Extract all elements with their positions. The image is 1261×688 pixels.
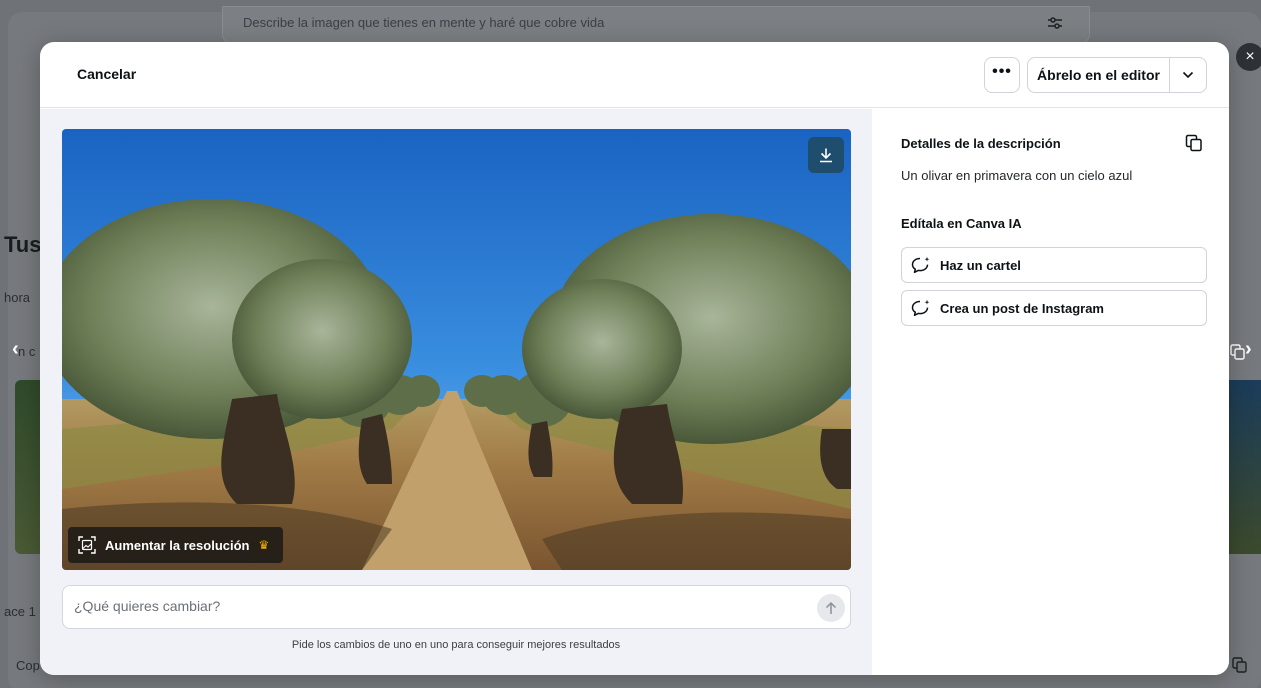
background-prompt-bar: Describe la imagen que tienes en mente y… [222,6,1090,44]
background-subtitle-fragment: hora [4,290,31,305]
chevron-right-icon[interactable]: › [1245,338,1252,361]
crown-icon: ♛ [258,538,270,552]
background-prompt-text: Describe la imagen que tienes en mente y… [243,15,605,30]
open-editor-group: Ábrelo en el editor [1027,57,1207,93]
cancel-button[interactable]: Cancelar [77,66,136,82]
copy-icon[interactable] [1232,657,1248,673]
instagram-post-button[interactable]: Crea un post de Instagram [901,290,1207,326]
generated-image: Aumentar la resolución ♛ [62,129,851,570]
send-button[interactable] [817,594,845,622]
ai-chat-icon [911,299,930,317]
filter-icon [1048,17,1062,29]
copy-description-button[interactable] [1184,133,1204,153]
make-poster-button[interactable]: Haz un cartel [901,247,1207,283]
image-pane: Aumentar la resolución ♛ Pide los cambio… [40,109,872,675]
more-icon: ••• [992,63,1012,80]
background-chip-fragment: n c [18,344,36,359]
edit-ai-title: Edítala en Canva IA [901,216,1022,231]
change-hint: Pide los cambios de uno en uno para cons… [291,639,621,651]
open-editor-dropdown-button[interactable] [1170,58,1206,92]
upscale-button[interactable]: Aumentar la resolución ♛ [68,527,284,563]
background-heading-fragment: Tus [4,232,42,257]
download-icon [820,148,832,163]
download-button[interactable] [808,137,844,173]
details-pane: Detalles de la descripción Un olivar en … [872,109,1229,675]
make-poster-label: Haz un cartel [940,257,1021,273]
close-icon: × [1245,48,1255,65]
instagram-post-label: Crea un post de Instagram [940,300,1104,316]
chevron-down-icon [1182,71,1194,79]
copy-icon[interactable] [1230,344,1246,360]
arrow-up-icon [825,601,837,614]
modal-header: Cancelar ••• Ábrelo en el editor [40,42,1229,108]
image-detail-modal: Cancelar ••• Ábrelo en el editor Aumenta… [40,42,1229,675]
background-copy-fragment: Cop [16,658,40,673]
upscale-icon [78,536,96,554]
upscale-label: Aumentar la resolución [105,537,250,553]
ai-chat-icon [911,256,930,274]
copy-icon [1185,134,1202,152]
open-editor-button[interactable]: Ábrelo en el editor [1028,58,1170,92]
change-request-input[interactable] [74,598,774,614]
change-request-box [62,585,851,629]
background-thumbnail-right [1228,380,1261,554]
chevron-left-icon[interactable]: ‹ [12,338,19,361]
close-button[interactable]: × [1236,43,1261,71]
background-time-fragment: ace 1 [4,604,36,619]
description-text: Un olivar en primavera con un cielo azul [901,168,1133,183]
details-title: Detalles de la descripción [901,136,1061,151]
olive-grove-image [62,129,851,570]
more-options-button[interactable]: ••• [984,57,1020,93]
background-thumbnail-left [15,380,43,554]
